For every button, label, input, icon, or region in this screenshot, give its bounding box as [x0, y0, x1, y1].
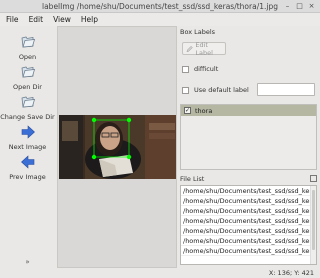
use-default-label-row: Use default label	[182, 86, 249, 94]
label-item-name: thora	[195, 106, 213, 115]
difficult-label: difficult	[194, 65, 219, 73]
change-save-dir-button[interactable]: Change Save Dir	[0, 94, 55, 121]
menu-view[interactable]: View	[53, 15, 71, 24]
difficult-row: difficult	[182, 65, 218, 73]
window-title: labelImg /home/shu/Documents/test_ssd/ss…	[42, 2, 278, 11]
file-list-item[interactable]: /home/shu/Documents/test_ssd/ssd_keras..…	[181, 206, 311, 216]
menu-edit[interactable]: Edit	[29, 15, 44, 24]
window-controls: – □ ×	[283, 2, 316, 11]
file-list-scrollbar[interactable]	[310, 186, 316, 264]
arrow-left-icon	[20, 155, 34, 169]
use-default-label-text: Use default label	[194, 86, 249, 94]
annotated-image	[59, 115, 176, 179]
file-list-item[interactable]: /home/shu/Documents/test_ssd/ssd_keras..…	[181, 196, 311, 206]
difficult-checkbox[interactable]	[182, 65, 189, 73]
menu-bar: File Edit View Help	[0, 13, 320, 26]
open-label: Open	[18, 53, 37, 61]
file-list-item[interactable]: /home/shu/Documents/test_ssd/ssd_keras..…	[181, 226, 311, 236]
maximize-button[interactable]: □	[295, 2, 304, 11]
minimize-button[interactable]: –	[283, 2, 292, 11]
cursor-coordinates: X: 136; Y: 421	[268, 269, 314, 277]
toolbar: Open Open Dir Change Save Dir Next Image…	[0, 26, 55, 268]
file-list-header: File List	[180, 175, 317, 185]
prev-image-label: Prev Image	[9, 173, 46, 181]
label-item-checkbox[interactable]: ✓	[184, 107, 191, 114]
toolbar-extension-button[interactable]: »	[0, 258, 55, 266]
edit-label-button[interactable]: Edit Label	[182, 40, 226, 57]
undock-icon[interactable]	[310, 175, 317, 182]
label-list[interactable]: ✓ thora	[180, 104, 317, 170]
image-canvas[interactable]	[57, 26, 177, 268]
arrow-right-icon	[21, 125, 35, 139]
edit-pencil-icon	[186, 45, 193, 52]
open-button[interactable]: Open	[0, 34, 55, 61]
prev-image-button[interactable]: Prev Image	[0, 154, 55, 181]
file-list[interactable]: /home/shu/Documents/test_ssd/ssd_keras..…	[180, 185, 317, 265]
default-label-input[interactable]	[257, 83, 315, 96]
menu-help[interactable]: Help	[81, 15, 98, 24]
edit-label-text: Edit Label	[195, 40, 213, 57]
file-list-item[interactable]: /home/shu/Documents/test_ssd/ssd_keras..…	[181, 236, 311, 246]
box-labels-controls: Edit Label difficult Use default label	[180, 28, 317, 103]
open-folder-icon	[21, 36, 35, 48]
use-default-label-checkbox[interactable]	[182, 86, 189, 94]
scrollbar-thumb[interactable]	[312, 190, 315, 250]
open-dir-icon	[21, 66, 35, 78]
file-list-item[interactable]: /home/shu/Documents/test_ssd/ssd_keras..…	[181, 246, 311, 256]
close-button[interactable]: ×	[307, 2, 316, 11]
label-list-item[interactable]: ✓ thora	[181, 105, 316, 116]
change-save-dir-label: Change Save Dir	[0, 113, 55, 121]
status-bar: X: 136; Y: 421	[0, 268, 320, 278]
open-dir-button[interactable]: Open Dir	[0, 64, 55, 91]
next-image-button[interactable]: Next Image	[0, 124, 55, 151]
file-list-item[interactable]: /home/shu/Documents/test_ssd/ssd_keras..…	[181, 216, 311, 226]
file-list-title: File List	[180, 175, 205, 183]
save-dir-icon	[21, 96, 35, 108]
file-list-item[interactable]: /home/shu/Documents/test_ssd/ssd_keras..…	[181, 186, 311, 196]
title-bar: labelImg /home/shu/Documents/test_ssd/ss…	[0, 0, 320, 13]
open-dir-label: Open Dir	[13, 83, 42, 91]
menu-file[interactable]: File	[6, 15, 19, 24]
next-image-label: Next Image	[8, 143, 47, 151]
